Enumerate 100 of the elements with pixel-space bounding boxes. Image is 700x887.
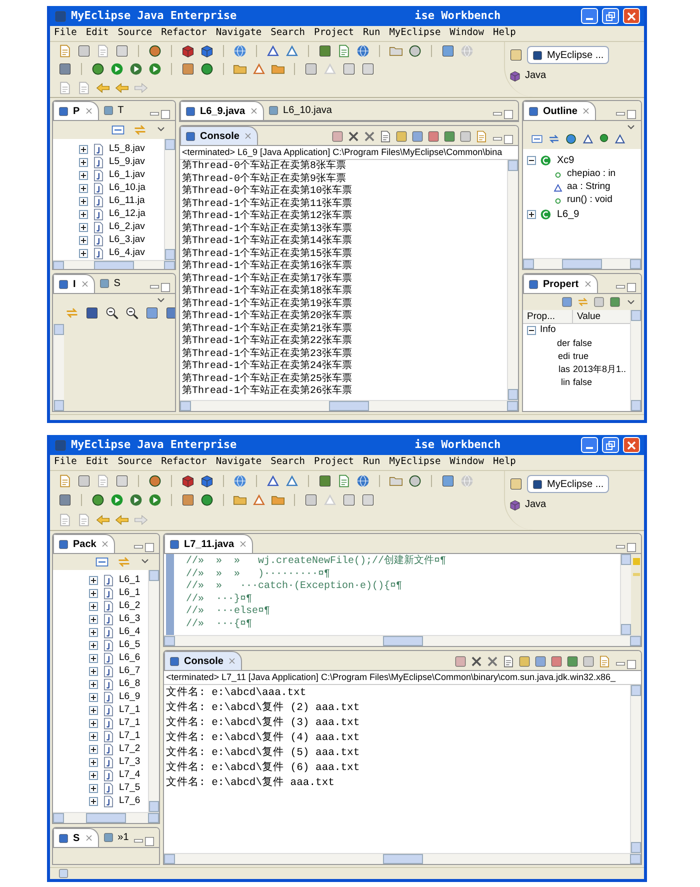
tree-item[interactable]: L6_4 (119, 625, 140, 640)
tree-item[interactable]: aa : String (567, 180, 610, 195)
scroll-bar[interactable] (53, 324, 64, 411)
scroll-bar[interactable] (53, 260, 175, 269)
expand-icon[interactable] (89, 576, 98, 585)
menu-item[interactable]: MyEclipse (389, 26, 441, 41)
column-header[interactable]: Prop... (523, 310, 573, 323)
expand-icon[interactable] (79, 236, 88, 245)
tree-item[interactable]: L7_5 (119, 781, 140, 796)
menu-item[interactable]: Project (314, 455, 354, 470)
tree-item[interactable]: L7_4 (119, 768, 140, 783)
menu-item[interactable]: Run (363, 455, 380, 470)
scroll-bar[interactable] (630, 310, 641, 411)
tree-item[interactable]: Xc9 (557, 153, 574, 168)
tree-item[interactable]: L6_9 (557, 207, 580, 222)
tree-item[interactable]: L6_4.jav (109, 246, 145, 261)
scroll-bar[interactable] (620, 554, 631, 635)
perspective-button[interactable]: MyEclipse ... (527, 46, 609, 64)
tree-item[interactable]: L5_9.jav (109, 155, 145, 170)
tree-item[interactable]: L6_10.ja (109, 181, 146, 196)
expand-icon[interactable] (89, 602, 98, 611)
view-tab[interactable]: S (53, 828, 99, 847)
expand-icon[interactable] (527, 210, 536, 219)
tree-item[interactable]: L6_2 (119, 599, 140, 614)
expand-icon[interactable] (89, 615, 98, 624)
expand-icon[interactable] (79, 158, 88, 167)
menu-item[interactable]: Refactor (161, 26, 207, 41)
menu-item[interactable]: Window (450, 455, 484, 470)
menu-item[interactable]: MyEclipse (389, 455, 441, 470)
menu-item[interactable]: Navigate (216, 455, 262, 470)
tree-item[interactable]: L6_3.jav (109, 233, 145, 248)
menu-item[interactable]: Navigate (216, 26, 262, 41)
menu-item[interactable]: Search (270, 26, 305, 41)
scroll-bar[interactable] (164, 635, 641, 646)
scroll-bar[interactable] (164, 139, 175, 260)
view-tab[interactable]: L7_11.java (164, 534, 254, 553)
expand-icon[interactable] (79, 249, 88, 258)
view-tab[interactable]: L6_9.java (180, 101, 264, 120)
tree-item[interactable]: L7_6 (119, 794, 140, 809)
scroll-bar[interactable] (180, 400, 518, 411)
view-tab[interactable]: Console (180, 126, 258, 145)
expand-icon[interactable] (79, 223, 88, 232)
expand-icon[interactable] (79, 197, 88, 206)
expand-icon[interactable] (89, 745, 98, 754)
expand-icon[interactable] (89, 771, 98, 780)
tree-item[interactable]: L7_1 (119, 729, 140, 744)
expand-icon[interactable] (89, 589, 98, 598)
menu-item[interactable]: Source (118, 455, 152, 470)
view-tab[interactable]: P (53, 101, 99, 120)
collapse-icon[interactable] (527, 326, 536, 335)
menu-item[interactable]: Source (118, 26, 152, 41)
tree-item[interactable]: L6_8 (119, 677, 140, 692)
expand-icon[interactable] (89, 719, 98, 728)
tree-item[interactable]: L6_1 (119, 586, 140, 601)
menu-item[interactable]: Edit (86, 26, 109, 41)
tree-item[interactable]: L6_5 (119, 638, 140, 653)
expand-icon[interactable] (89, 667, 98, 676)
expand-icon[interactable] (79, 145, 88, 154)
property-group[interactable]: Info (540, 323, 556, 338)
menu-item[interactable]: File (54, 455, 77, 470)
perspective-button[interactable]: Java (509, 497, 546, 512)
menu-item[interactable]: Project (314, 26, 354, 41)
view-tab[interactable]: I (53, 274, 95, 293)
tree-item[interactable]: L6_11.ja (109, 194, 145, 209)
expand-icon[interactable] (89, 706, 98, 715)
menu-item[interactable]: Window (450, 26, 484, 41)
expand-icon[interactable] (89, 693, 98, 702)
expand-icon[interactable] (89, 732, 98, 741)
minimize-button[interactable] (581, 437, 598, 453)
tree-item[interactable]: L6_1.jav (109, 168, 145, 183)
restore-button[interactable] (602, 437, 619, 453)
scroll-bar[interactable] (507, 160, 518, 400)
expand-icon[interactable] (79, 171, 88, 180)
expand-icon[interactable] (89, 654, 98, 663)
view-tab[interactable]: Propert (523, 274, 598, 293)
menu-item[interactable]: Help (493, 26, 516, 41)
expand-icon[interactable] (89, 680, 98, 689)
scroll-bar[interactable] (148, 570, 159, 812)
tree-item[interactable]: L6_1 (119, 573, 140, 588)
tree-item[interactable]: L6_6 (119, 651, 140, 666)
tree-item[interactable]: L6_3 (119, 612, 140, 627)
tree-item[interactable]: L7_1 (119, 716, 140, 731)
tree-item[interactable]: chepiao : in (567, 167, 616, 182)
tree-item[interactable]: L5_8.jav (109, 142, 145, 157)
tree-item[interactable]: L6_9 (119, 690, 140, 705)
expand-icon[interactable] (89, 784, 98, 793)
perspective-button[interactable]: Java (509, 68, 546, 83)
close-button[interactable] (623, 8, 640, 24)
expand-icon[interactable] (79, 184, 88, 193)
expand-icon[interactable] (89, 797, 98, 806)
view-tab[interactable]: Outline (523, 101, 596, 120)
view-tab[interactable]: Console (164, 651, 242, 670)
scroll-bar[interactable] (164, 853, 641, 864)
menu-item[interactable]: Edit (86, 455, 109, 470)
minimize-button[interactable] (581, 8, 598, 24)
menu-item[interactable]: Run (363, 26, 380, 41)
perspective-button[interactable]: MyEclipse ... (527, 475, 609, 493)
expand-icon[interactable] (79, 210, 88, 219)
warning-marker[interactable] (632, 558, 640, 565)
tree-item[interactable]: L6_7 (119, 664, 140, 679)
